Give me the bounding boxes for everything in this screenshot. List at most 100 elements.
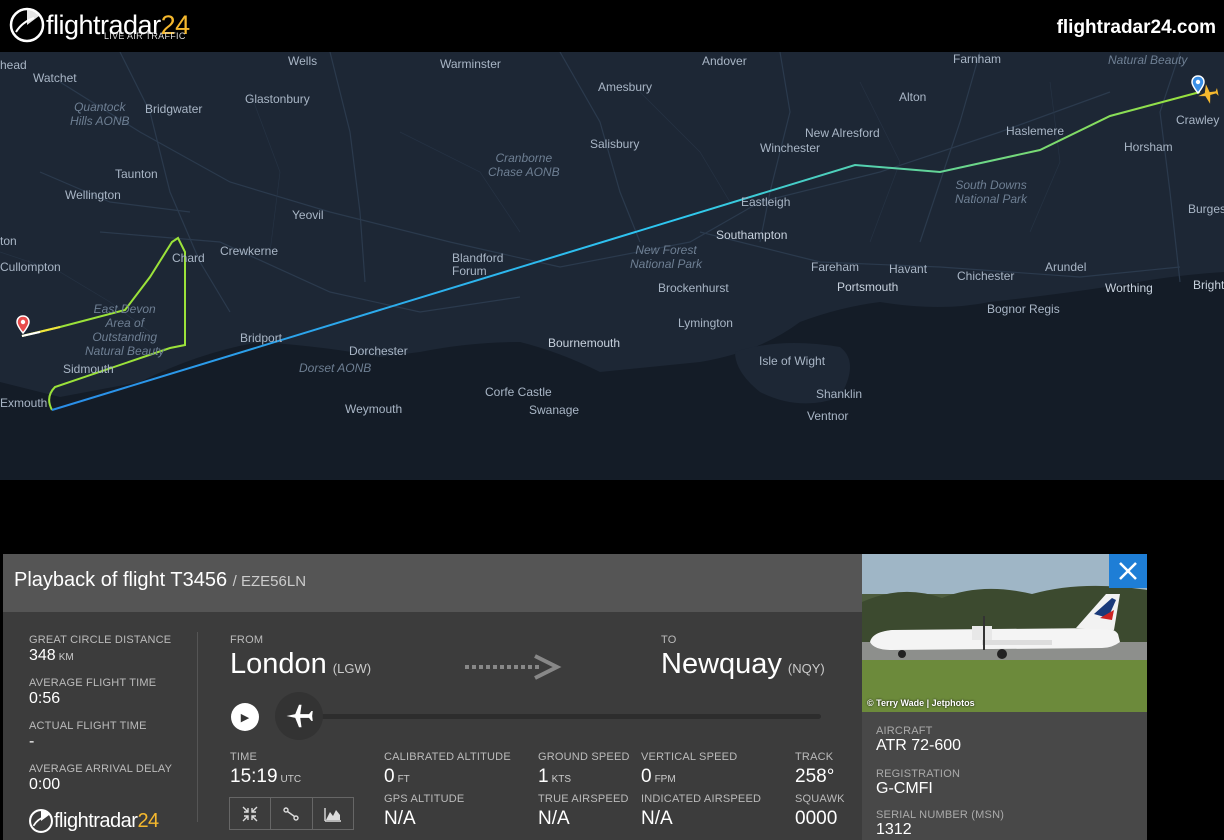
avg-arrival-delay-label: AVERAGE ARRIVAL DELAY <box>29 763 173 775</box>
map-label: Arundel <box>1045 260 1087 274</box>
radar-logo-icon <box>29 809 53 833</box>
map-label: Isle of Wight <box>759 354 826 368</box>
aircraft-photo[interactable]: © Terry Wade | Jetphotos <box>862 554 1147 712</box>
gps-alt-value: N/A <box>384 808 416 829</box>
map-label: Winchester <box>760 141 821 155</box>
route-icon <box>283 806 300 821</box>
from-label: FROM <box>230 634 264 646</box>
map-label: Ventnor <box>807 409 849 423</box>
map-label: Sidmouth <box>63 362 114 376</box>
playback-title: Playback of flight T3456 / EZE56LN <box>14 569 307 591</box>
map-label: Horsham <box>1124 140 1173 154</box>
cal-alt-label: CALIBRATED ALTITUDE <box>384 751 511 763</box>
flight-map[interactable]: head Watchet Wells Warminster Andover Fa… <box>0 52 1224 480</box>
origin-pin-icon[interactable] <box>15 315 31 335</box>
flight-details-panel: GREAT CIRCLE DISTANCE 348 KM AVERAGE FLIG… <box>3 612 862 840</box>
map-label: Chichester <box>957 269 1015 283</box>
time-value: 15:19 UTC <box>230 766 302 787</box>
panel-divider <box>197 632 198 822</box>
map-tools <box>229 797 354 830</box>
actual-flight-time-label: ACTUAL FLIGHT TIME <box>29 720 147 732</box>
aircraft-photo-image <box>862 554 1147 712</box>
map-label: Taunton <box>115 167 158 181</box>
map-label: Fareham <box>811 260 860 274</box>
true-airspeed-value: N/A <box>538 808 570 829</box>
map-label: Bright <box>1193 278 1224 292</box>
squawk-value: 0000 <box>795 808 838 829</box>
map-label: Bognor Regis <box>987 302 1060 316</box>
flightradar24-footer-logo[interactable]: flightradar24 <box>28 808 159 834</box>
route-arrow-icon <box>465 654 562 680</box>
origin-city[interactable]: London (LGW) <box>230 648 371 681</box>
map-label: Crawley <box>1176 113 1220 127</box>
map-label: Crewkerne <box>220 244 279 258</box>
plane-icon <box>286 704 313 728</box>
map-label: Portsmouth <box>837 280 899 294</box>
play-button[interactable]: ▶ <box>231 703 259 731</box>
map-label: Weymouth <box>345 402 403 416</box>
map-panel-gap <box>0 480 1224 554</box>
map-label: Shanklin <box>816 387 863 401</box>
map-label: New Forest National Park <box>630 243 703 271</box>
map-label: Bournemouth <box>548 336 621 350</box>
map-label: Watchet <box>33 71 77 85</box>
avg-flight-time-label: AVERAGE FLIGHT TIME <box>29 677 157 689</box>
gc-distance-value: 348 KM <box>29 647 74 664</box>
destination-city[interactable]: Newquay (NQY) <box>661 648 825 681</box>
map-label: head <box>0 58 27 72</box>
map-label: Natural Beauty <box>1108 53 1188 67</box>
site-url[interactable]: flightradar24.com <box>1057 17 1216 39</box>
map-label: Cullompton <box>0 260 61 274</box>
playback-timeline[interactable] <box>303 714 821 719</box>
map-label: Burges <box>1188 202 1224 216</box>
close-icon <box>1119 562 1137 580</box>
avg-flight-time-value: 0:56 <box>29 690 61 707</box>
map-label: Havant <box>889 262 928 276</box>
vertical-speed-value: 0 FPM <box>641 766 676 787</box>
map-label: East Devon Area of Outstanding Natural B… <box>85 302 165 358</box>
map-label: Haslemere <box>1006 124 1065 138</box>
map-label: Chard <box>172 251 205 265</box>
map-label: Andover <box>702 54 747 68</box>
map-label: Glastonbury <box>245 92 310 106</box>
map-label: Quantock Hills AONB <box>70 100 130 128</box>
aircraft-value: ATR 72-600 <box>876 737 962 754</box>
map-label: Amesbury <box>598 80 653 94</box>
map-label: Warminster <box>440 57 501 71</box>
map-label: Bridgwater <box>145 102 203 116</box>
gps-alt-label: GPS ALTITUDE <box>384 793 465 805</box>
track-value: 258° <box>795 766 835 787</box>
chart-button[interactable] <box>313 798 353 829</box>
chart-icon <box>324 807 341 822</box>
map-label: Corfe Castle <box>485 385 552 399</box>
true-airspeed-label: TRUE AIRSPEED <box>538 793 629 805</box>
close-button[interactable] <box>1109 554 1147 588</box>
photo-credit[interactable]: © Terry Wade | Jetphotos <box>867 698 975 708</box>
vertical-speed-label: VERTICAL SPEED <box>641 751 738 763</box>
map-label: Dorchester <box>349 344 408 358</box>
actual-flight-time-value: - <box>29 733 35 750</box>
playback-header: Playback of flight T3456 / EZE56LN <box>3 554 862 612</box>
indicated-airspeed-label: INDICATED AIRSPEED <box>641 793 762 805</box>
to-label: TO <box>661 634 677 646</box>
gc-distance-label: GREAT CIRCLE DISTANCE <box>29 634 172 646</box>
logo-wordmark: flightradar24 <box>54 810 159 832</box>
logo-tagline: LIVE AIR TRAFFIC <box>104 31 186 41</box>
map-label: Bridport <box>240 331 283 345</box>
map-label: Cranborne Chase AONB <box>488 151 560 179</box>
expand-button[interactable] <box>230 798 272 829</box>
route-button[interactable] <box>271 798 313 829</box>
map-label: Farnham <box>953 52 1002 66</box>
map-label: Southampton <box>716 228 788 242</box>
aircraft-marker-icon[interactable] <box>1196 82 1220 106</box>
map-label: ton <box>0 234 17 248</box>
map-label: Exmouth <box>0 396 48 410</box>
top-bar: flightradar24 LIVE AIR TRAFFIC flightrad… <box>0 0 1224 52</box>
track-label: TRACK <box>795 751 834 763</box>
playback-slider-handle[interactable] <box>275 692 323 740</box>
map-label: Lymington <box>678 316 733 330</box>
ground-speed-value: 1 KTS <box>538 766 572 787</box>
map-label: Worthing <box>1105 281 1153 295</box>
registration-value[interactable]: G-CMFI <box>876 780 933 798</box>
registration-label: REGISTRATION <box>876 768 961 780</box>
